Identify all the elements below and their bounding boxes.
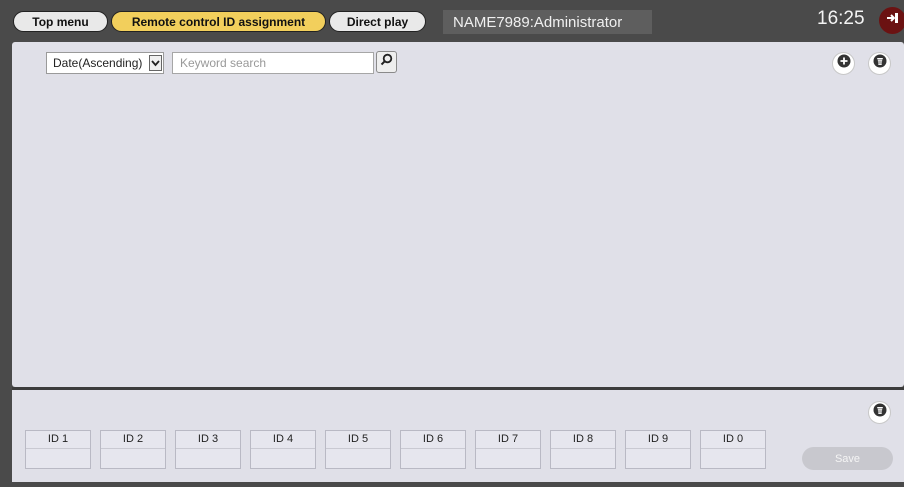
id-slot-label: ID 7 (476, 431, 540, 449)
trash-icon (873, 403, 887, 422)
plus-circle-icon (837, 54, 851, 73)
search-icon (380, 53, 393, 71)
clear-ids-button[interactable] (868, 401, 891, 424)
id-slot-label: ID 0 (701, 431, 765, 449)
clock: 16:25 (817, 8, 865, 29)
search-button[interactable] (376, 51, 397, 73)
delete-button[interactable] (868, 52, 891, 75)
id-slot-label: ID 8 (551, 431, 615, 449)
remote-control-id-assignment-button[interactable]: Remote control ID assignment (111, 11, 326, 32)
id-slot-9[interactable]: ID 9 (625, 430, 691, 469)
sort-select[interactable]: Date(Ascending) (46, 52, 164, 74)
direct-play-button[interactable]: Direct play (329, 11, 426, 32)
logout-icon (885, 10, 901, 31)
id-slot-6[interactable]: ID 6 (400, 430, 466, 469)
id-slot-label: ID 3 (176, 431, 240, 449)
id-slot-label: ID 5 (326, 431, 390, 449)
search-placeholder: Keyword search (180, 56, 267, 70)
id-slot-3[interactable]: ID 3 (175, 430, 241, 469)
id-slot-5[interactable]: ID 5 (325, 430, 391, 469)
logout-button[interactable] (879, 7, 904, 34)
id-slot-7[interactable]: ID 7 (475, 430, 541, 469)
save-button[interactable]: Save (802, 447, 893, 470)
search-input[interactable]: Keyword search (172, 52, 374, 74)
id-slot-label: ID 9 (626, 431, 690, 449)
user-label: NAME7989:Administrator (443, 10, 652, 34)
trash-icon (873, 54, 887, 73)
id-slot-4[interactable]: ID 4 (250, 430, 316, 469)
chevron-down-icon[interactable] (149, 55, 162, 71)
id-slot-2[interactable]: ID 2 (100, 430, 166, 469)
sort-value: Date(Ascending) (53, 56, 143, 70)
id-slot-label: ID 1 (26, 431, 90, 449)
id-slot-label: ID 4 (251, 431, 315, 449)
id-slot-8[interactable]: ID 8 (550, 430, 616, 469)
add-button[interactable] (832, 52, 855, 75)
id-slot-label: ID 6 (401, 431, 465, 449)
content-list-panel[interactable] (12, 42, 904, 387)
id-slot-label: ID 2 (101, 431, 165, 449)
top-menu-button[interactable]: Top menu (13, 11, 108, 32)
top-bar: Top menu Remote control ID assignment Di… (0, 0, 904, 40)
id-slot-1[interactable]: ID 1 (25, 430, 91, 469)
id-slot-0[interactable]: ID 0 (700, 430, 766, 469)
